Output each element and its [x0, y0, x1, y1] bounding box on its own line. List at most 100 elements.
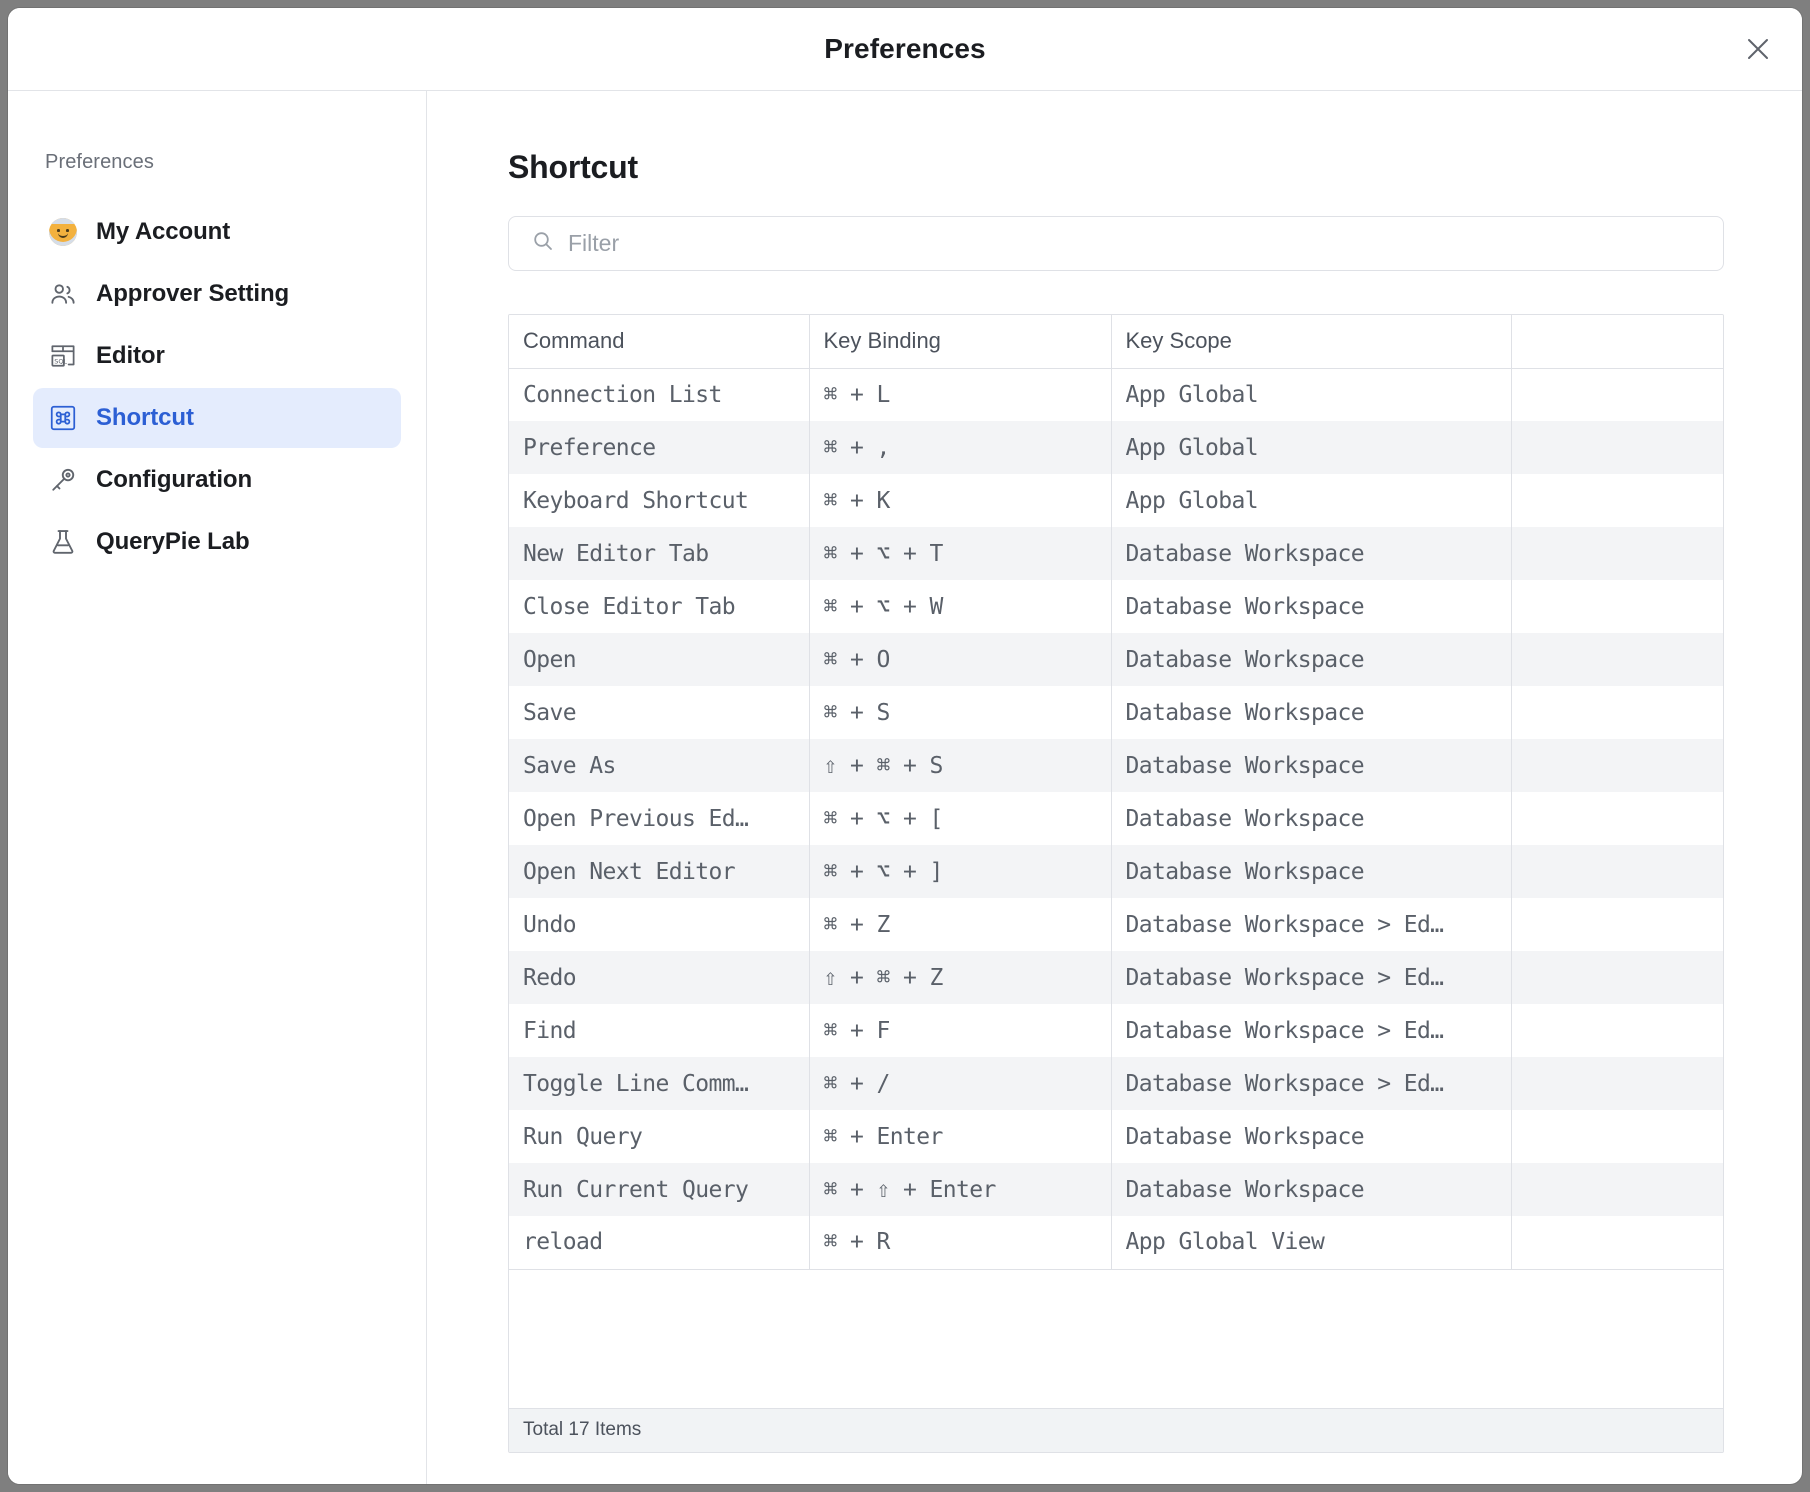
table-row[interactable]: Save⌘ + SDatabase Workspace — [509, 686, 1724, 739]
table-row[interactable]: Open Previous Ed…⌘ + ⌥ + [Database Works… — [509, 792, 1724, 845]
command-cell: Keyboard Shortcut — [509, 474, 809, 527]
close-button[interactable] — [1736, 27, 1780, 71]
filter-box[interactable] — [508, 216, 1724, 271]
table-row[interactable]: Save As⇧ + ⌘ + SDatabase Workspace — [509, 739, 1724, 792]
extra-cell — [1511, 474, 1724, 527]
table-row[interactable]: reload⌘ + RApp Global View — [509, 1216, 1724, 1269]
key-scope-cell: Database Workspace — [1111, 845, 1511, 898]
table-row[interactable]: Open Next Editor⌘ + ⌥ + ]Database Worksp… — [509, 845, 1724, 898]
extra-cell — [1511, 1216, 1724, 1269]
key-binding-cell: ⌘ + F — [809, 1004, 1111, 1057]
key-binding-cell: ⇧ + ⌘ + Z — [809, 951, 1111, 1004]
key-binding-cell: ⌘ + , — [809, 421, 1111, 474]
shortcut-table-container: Command Key Binding Key Scope Connection… — [508, 314, 1724, 1453]
sql-table-icon: SQL — [47, 340, 79, 372]
command-cell: Toggle Line Comm… — [509, 1057, 809, 1110]
filter-input[interactable] — [568, 230, 1701, 257]
command-cell: Open Previous Ed… — [509, 792, 809, 845]
extra-cell — [1511, 898, 1724, 951]
extra-cell — [1511, 1004, 1724, 1057]
command-cell: Preference — [509, 421, 809, 474]
table-row[interactable]: Connection List⌘ + LApp Global — [509, 368, 1724, 421]
key-binding-cell: ⌘ + ⇧ + Enter — [809, 1163, 1111, 1216]
sidebar-item-querypie-lab[interactable]: QueryPie Lab — [33, 512, 401, 572]
column-header-key-binding[interactable]: Key Binding — [809, 315, 1111, 368]
sidebar-item-approver-setting[interactable]: Approver Setting — [33, 264, 401, 324]
table-row[interactable]: Close Editor Tab⌘ + ⌥ + WDatabase Worksp… — [509, 580, 1724, 633]
table-row[interactable]: Preference⌘ + ,App Global — [509, 421, 1724, 474]
sidebar-item-label: My Account — [96, 218, 230, 246]
key-binding-cell: ⌘ + R — [809, 1216, 1111, 1269]
command-icon — [47, 402, 79, 434]
preferences-sidebar: Preferences My Account Approver Setting — [8, 91, 427, 1484]
command-cell: Save As — [509, 739, 809, 792]
column-header-command[interactable]: Command — [509, 315, 809, 368]
command-cell: Find — [509, 1004, 809, 1057]
key-scope-cell: Database Workspace > Ed… — [1111, 1057, 1511, 1110]
extra-cell — [1511, 1163, 1724, 1216]
extra-cell — [1511, 368, 1724, 421]
close-icon — [1745, 36, 1771, 62]
table-header: Command Key Binding Key Scope — [509, 315, 1724, 368]
sidebar-item-label: QueryPie Lab — [96, 528, 250, 556]
table-row[interactable]: Redo⇧ + ⌘ + ZDatabase Workspace > Ed… — [509, 951, 1724, 1004]
extra-cell — [1511, 845, 1724, 898]
command-cell: Close Editor Tab — [509, 580, 809, 633]
svg-text:SQL: SQL — [54, 357, 67, 365]
key-scope-cell: Database Workspace > Ed… — [1111, 951, 1511, 1004]
key-binding-cell: ⌘ + ⌥ + ] — [809, 845, 1111, 898]
key-scope-cell: App Global — [1111, 474, 1511, 527]
command-cell: Undo — [509, 898, 809, 951]
key-scope-cell: Database Workspace — [1111, 527, 1511, 580]
table-footer: Total 17 Items — [509, 1408, 1723, 1452]
extra-cell — [1511, 686, 1724, 739]
sidebar-item-editor[interactable]: SQL Editor — [33, 326, 401, 386]
table-row[interactable]: Open⌘ + ODatabase Workspace — [509, 633, 1724, 686]
key-scope-cell: Database Workspace — [1111, 1110, 1511, 1163]
extra-cell — [1511, 792, 1724, 845]
table-row[interactable]: Keyboard Shortcut⌘ + KApp Global — [509, 474, 1724, 527]
page-title: Shortcut — [508, 149, 1802, 186]
dialog-title: Preferences — [824, 33, 985, 65]
sidebar-item-shortcut[interactable]: Shortcut — [33, 388, 401, 448]
preferences-dialog: Preferences Preferences My Account — [8, 8, 1802, 1484]
table-row[interactable]: Undo⌘ + ZDatabase Workspace > Ed… — [509, 898, 1724, 951]
column-header-extra[interactable] — [1511, 315, 1724, 368]
key-icon — [47, 464, 79, 496]
sidebar-item-label: Editor — [96, 342, 165, 370]
dialog-titlebar: Preferences — [8, 8, 1802, 91]
table-row[interactable]: Run Current Query⌘ + ⇧ + EnterDatabase W… — [509, 1163, 1724, 1216]
people-icon — [47, 278, 79, 310]
table-row[interactable]: Find⌘ + FDatabase Workspace > Ed… — [509, 1004, 1724, 1057]
command-cell: Connection List — [509, 368, 809, 421]
table-row[interactable]: Run Query⌘ + EnterDatabase Workspace — [509, 1110, 1724, 1163]
sidebar-item-label: Approver Setting — [96, 280, 289, 308]
key-scope-cell: Database Workspace — [1111, 739, 1511, 792]
extra-cell — [1511, 1057, 1724, 1110]
key-scope-cell: Database Workspace — [1111, 580, 1511, 633]
key-binding-cell: ⌘ + K — [809, 474, 1111, 527]
key-binding-cell: ⌘ + ⌥ + T — [809, 527, 1111, 580]
key-scope-cell: App Global View — [1111, 1216, 1511, 1269]
sidebar-item-my-account[interactable]: My Account — [33, 202, 401, 262]
key-binding-cell: ⌘ + ⌥ + W — [809, 580, 1111, 633]
extra-cell — [1511, 527, 1724, 580]
key-scope-cell: Database Workspace — [1111, 633, 1511, 686]
sidebar-item-label: Shortcut — [96, 404, 194, 432]
shortcut-table: Command Key Binding Key Scope Connection… — [509, 315, 1724, 1270]
sidebar-item-label: Configuration — [96, 466, 252, 494]
sidebar-item-configuration[interactable]: Configuration — [33, 450, 401, 510]
column-header-key-scope[interactable]: Key Scope — [1111, 315, 1511, 368]
key-scope-cell: Database Workspace > Ed… — [1111, 898, 1511, 951]
command-cell: Open Next Editor — [509, 845, 809, 898]
table-row[interactable]: Toggle Line Comm…⌘ + /Database Workspace… — [509, 1057, 1724, 1110]
key-binding-cell: ⌘ + S — [809, 686, 1111, 739]
search-icon — [531, 229, 555, 258]
key-binding-cell: ⌘ + L — [809, 368, 1111, 421]
dialog-body: Preferences My Account Approver Setting — [8, 91, 1802, 1484]
command-cell: Run Current Query — [509, 1163, 809, 1216]
sidebar-heading: Preferences — [33, 151, 401, 174]
key-scope-cell: App Global — [1111, 368, 1511, 421]
extra-cell — [1511, 633, 1724, 686]
table-row[interactable]: New Editor Tab⌘ + ⌥ + TDatabase Workspac… — [509, 527, 1724, 580]
